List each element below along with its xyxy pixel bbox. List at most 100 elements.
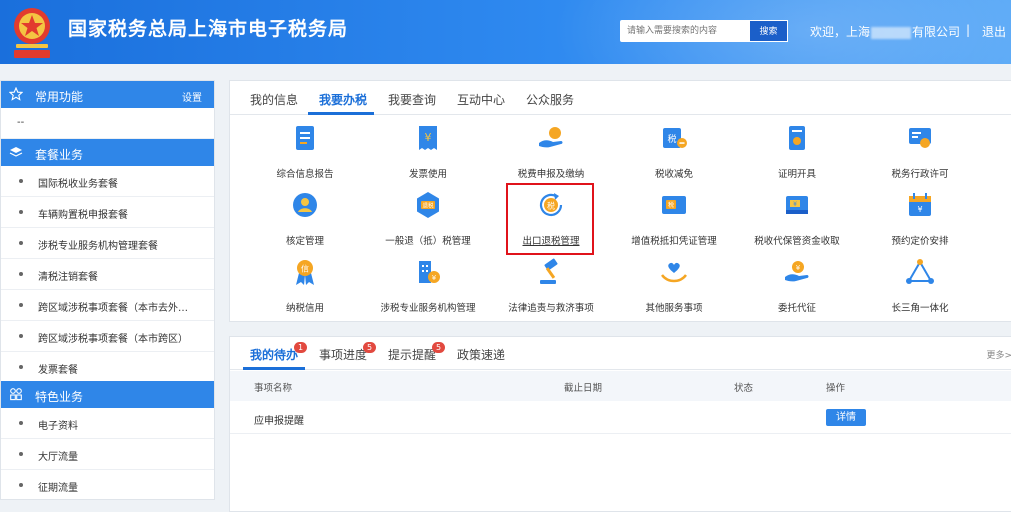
service-general-refund[interactable]: 退税 一般退（抵）税管理 bbox=[363, 190, 493, 256]
sidebar-section-special[interactable]: 特色业务 bbox=[1, 381, 214, 408]
voucher-icon: 税 bbox=[662, 196, 686, 214]
service-label: 一般退（抵）税管理 bbox=[385, 236, 471, 247]
hand-coin-icon bbox=[539, 127, 563, 148]
tab-public-service[interactable]: 公众服务 bbox=[526, 91, 574, 108]
list-item-text: 发票套餐 bbox=[38, 365, 78, 376]
building-yen-icon: ¥ bbox=[419, 261, 440, 283]
svg-text:¥: ¥ bbox=[917, 205, 922, 214]
sidebar-item-placeholder: -- bbox=[1, 108, 214, 139]
user-circle-icon bbox=[293, 193, 317, 217]
list-item-text: 车辆购置税申报套餐 bbox=[38, 210, 128, 221]
document-report-icon bbox=[296, 126, 314, 150]
bullet-icon bbox=[19, 421, 23, 425]
service-label: 税费申报及缴纳 bbox=[517, 169, 585, 180]
service-entrusted-collection[interactable]: ¥ 委托代征 bbox=[732, 257, 862, 323]
tab-my-info[interactable]: 我的信息 bbox=[250, 91, 298, 108]
tab-reminders[interactable]: 提示提醒 bbox=[388, 346, 436, 363]
sidebar-item-hall-traffic[interactable]: 大厅流量 bbox=[1, 439, 214, 470]
tax-emblem-logo bbox=[14, 8, 50, 58]
service-info-report[interactable]: 综合信息报告 bbox=[240, 123, 370, 189]
hand-yen-icon: ¥ bbox=[785, 261, 809, 282]
sidebar-item-period-traffic[interactable]: 征期流量 bbox=[1, 470, 214, 501]
list-item-text: 清税注销套餐 bbox=[38, 272, 98, 283]
service-tax-reduction[interactable]: 税 税收减免 bbox=[609, 123, 739, 189]
service-label: 涉税专业服务机构管理 bbox=[380, 303, 476, 314]
service-yangtze-delta[interactable]: 长三角一体化 bbox=[855, 257, 985, 323]
sidebar-item-invoice-package[interactable]: 发票套餐 bbox=[1, 352, 214, 383]
service-custody-funds[interactable]: ¥ 税收代保管资金收取 bbox=[732, 190, 862, 256]
tab-query[interactable]: 我要查询 bbox=[388, 91, 436, 108]
todo-panel: 我的待办 1 事项进度 5 提示提醒 5 政策速递 更多> 事项名称 截止日期 … bbox=[229, 336, 1011, 512]
sidebar-item-cross-region-in[interactable]: 跨区域涉税事项套餐（本市跨区） bbox=[1, 321, 214, 352]
bullet-icon bbox=[19, 452, 23, 456]
sidebar-section-common[interactable]: 常用功能 设置 bbox=[1, 81, 214, 108]
service-vat-voucher[interactable]: 税 增值税抵扣凭证管理 bbox=[609, 190, 739, 256]
sidebar-item-e-documents[interactable]: 电子资料 bbox=[1, 408, 214, 439]
column-header-deadline: 截止日期 bbox=[564, 383, 603, 394]
star-icon bbox=[9, 87, 23, 101]
svg-text:¥: ¥ bbox=[796, 264, 801, 272]
active-tab-indicator bbox=[308, 112, 374, 115]
welcome-prefix: 欢迎，上海 bbox=[810, 25, 871, 39]
service-admin-license[interactable]: 税务行政许可 bbox=[855, 123, 985, 189]
sidebar-item-agency-mgmt[interactable]: 涉税专业服务机构管理套餐 bbox=[1, 228, 214, 259]
redacted-company-name bbox=[871, 26, 912, 39]
service-declare-pay[interactable]: 税费申报及缴纳 bbox=[486, 123, 616, 189]
service-label: 发票使用 bbox=[408, 169, 447, 180]
top-header: 国家税务总局上海市电子税务局 搜索 欢迎，上海 有限公司 | 退出 bbox=[0, 0, 1011, 64]
calendar-icon: ¥ bbox=[909, 193, 931, 216]
wallet-yen-icon: ¥ bbox=[786, 196, 808, 214]
search-input[interactable] bbox=[620, 20, 750, 42]
service-assessment-mgmt[interactable]: 核定管理 bbox=[240, 190, 370, 256]
service-label: 长三角一体化 bbox=[891, 303, 949, 314]
service-certificate[interactable]: 证明开具 bbox=[732, 123, 862, 189]
service-label: 纳税信用 bbox=[285, 303, 324, 314]
search-button[interactable]: 搜索 bbox=[750, 20, 788, 42]
list-item-text: 涉税专业服务机构管理套餐 bbox=[38, 241, 158, 252]
list-item-text: 国际税收业务套餐 bbox=[38, 179, 118, 190]
list-item-text: -- bbox=[17, 117, 25, 128]
sidebar-item-vehicle-tax[interactable]: 车辆购置税申报套餐 bbox=[1, 197, 214, 228]
tax-reduction-icon: 税 bbox=[663, 128, 687, 148]
settings-link[interactable]: 设置 bbox=[182, 89, 202, 104]
services-panel: 我的信息 我要办税 我要查询 互动中心 公众服务 综合信息报告 ¥ 发票使用 税… bbox=[229, 80, 1011, 322]
tab-interaction[interactable]: 互动中心 bbox=[457, 91, 505, 108]
section-label: 特色业务 bbox=[35, 390, 84, 404]
sidebar-section-package[interactable]: 套餐业务 bbox=[1, 139, 214, 166]
service-label: 税务行政许可 bbox=[891, 169, 949, 180]
sidebar-item-intl-tax[interactable]: 国际税收业务套餐 bbox=[1, 166, 214, 197]
detail-button[interactable]: 详情 bbox=[826, 409, 866, 426]
table-header: 事项名称 截止日期 状态 操作 bbox=[230, 371, 1011, 401]
sidebar: 常用功能 设置 -- 套餐业务 国际税收业务套餐 车辆购置税申报套餐 涉税专业服… bbox=[0, 80, 215, 500]
service-legal-remedy[interactable]: 法律追责与救济事项 bbox=[486, 257, 616, 323]
bullet-icon bbox=[19, 303, 23, 307]
service-label: 税收减免 bbox=[654, 169, 693, 180]
tab-handle-tax[interactable]: 我要办税 bbox=[319, 91, 367, 108]
bullet-icon bbox=[19, 210, 23, 214]
service-invoice-use[interactable]: ¥ 发票使用 bbox=[363, 123, 493, 189]
tab-policy-news[interactable]: 政策速递 bbox=[457, 346, 505, 363]
highlight-box bbox=[506, 183, 594, 255]
sidebar-item-cross-region-out[interactable]: 跨区域涉税事项套餐（本市去外… bbox=[1, 290, 214, 321]
logout-link[interactable]: 退出 bbox=[982, 23, 1006, 40]
service-pricing-arrangement[interactable]: ¥ 预约定价安排 bbox=[855, 190, 985, 256]
credit-medal-icon: 信 bbox=[296, 260, 314, 285]
service-tax-credit[interactable]: 信 纳税信用 bbox=[240, 257, 370, 323]
more-link[interactable]: 更多> bbox=[986, 348, 1011, 361]
column-header-action: 操作 bbox=[826, 383, 846, 394]
refund-hexagon-icon: 退税 bbox=[417, 192, 439, 218]
grid-icon bbox=[10, 388, 22, 401]
service-other-matters[interactable]: 其他服务事项 bbox=[609, 257, 739, 323]
service-label: 证明开具 bbox=[777, 169, 816, 180]
tab-my-todo[interactable]: 我的待办 bbox=[250, 346, 298, 363]
progress-count-badge: 5 bbox=[363, 342, 376, 353]
svg-text:¥: ¥ bbox=[432, 274, 437, 282]
service-label: 增值税抵扣凭证管理 bbox=[631, 236, 717, 247]
bullet-icon bbox=[19, 334, 23, 338]
service-agency-institution[interactable]: ¥ 涉税专业服务机构管理 bbox=[363, 257, 493, 323]
invoice-yen-icon: ¥ bbox=[419, 126, 437, 150]
tab-progress[interactable]: 事项进度 bbox=[319, 346, 367, 363]
service-label: 预约定价安排 bbox=[891, 236, 949, 247]
sidebar-item-deregistration[interactable]: 清税注销套餐 bbox=[1, 259, 214, 290]
list-item-text: 跨区域涉税事项套餐（本市跨区） bbox=[38, 334, 188, 345]
